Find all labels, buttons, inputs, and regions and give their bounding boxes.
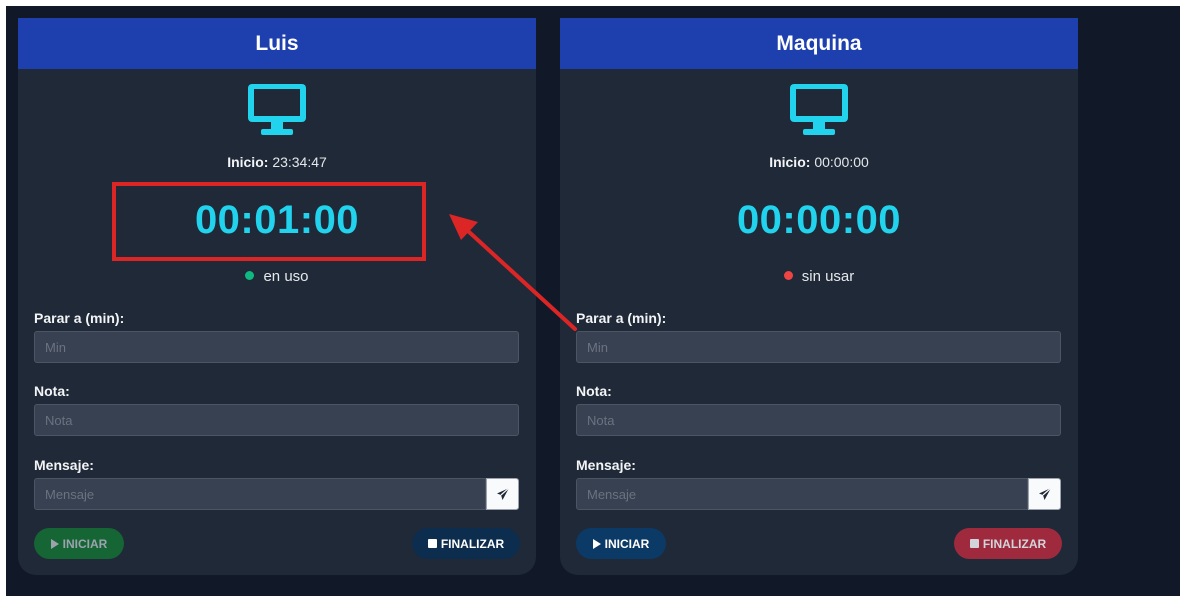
start-time-value: 00:00:00: [814, 154, 869, 170]
elapsed-timer: 00:00:00: [736, 198, 902, 242]
stop-minutes-label: Parar a (min):: [576, 310, 667, 326]
stop-minutes-input[interactable]: [34, 331, 519, 363]
note-label: Nota:: [34, 383, 70, 399]
desktop-monitor-icon: [248, 84, 306, 135]
start-time-label: Inicio:: [227, 154, 269, 170]
start-time-value: 23:34:47: [272, 154, 327, 170]
status-dot: [783, 271, 793, 280]
status-indicator: en uso: [18, 268, 536, 285]
status-text: en uso: [263, 268, 309, 285]
start-button-label: INICIAR: [62, 536, 108, 551]
play-icon: [592, 538, 601, 549]
finish-button-label: FINALIZAR: [440, 536, 505, 551]
status-indicator: sin usar: [560, 268, 1078, 285]
stop-minutes-input[interactable]: [576, 331, 1061, 363]
card-title: Maquina: [560, 18, 1078, 69]
message-input[interactable]: [576, 478, 1028, 510]
start-button[interactable]: INICIAR: [34, 528, 124, 559]
note-label: Nota:: [576, 383, 612, 399]
desktop-monitor-icon: [790, 84, 848, 135]
message-label: Mensaje:: [34, 457, 94, 473]
start-time: Inicio: 23:34:47: [18, 154, 536, 170]
start-time: Inicio: 00:00:00: [560, 154, 1078, 170]
play-icon: [50, 538, 59, 549]
start-button-label: INICIAR: [604, 536, 650, 551]
note-input[interactable]: [576, 404, 1061, 436]
finish-button[interactable]: FINALIZAR: [412, 528, 520, 559]
send-message-button[interactable]: [486, 478, 519, 510]
stop-icon: [969, 539, 979, 548]
user-card-luis: Luis Inicio: 23:34:47 00:01:00 en uso Pa…: [18, 18, 536, 575]
finish-button[interactable]: FINALIZAR: [954, 528, 1062, 559]
start-time-label: Inicio:: [769, 154, 811, 170]
message-label: Mensaje:: [576, 457, 636, 473]
paper-plane-icon: [496, 487, 509, 500]
paper-plane-icon: [1038, 487, 1051, 500]
send-message-button[interactable]: [1028, 478, 1061, 510]
start-button[interactable]: INICIAR: [576, 528, 666, 559]
stop-icon: [427, 539, 437, 548]
user-card-maquina: Maquina Inicio: 00:00:00 00:00:00 sin us…: [560, 18, 1078, 575]
card-title: Luis: [18, 18, 536, 69]
status-text: sin usar: [801, 268, 855, 285]
finish-button-label: FINALIZAR: [982, 536, 1047, 551]
stop-minutes-label: Parar a (min):: [34, 310, 125, 326]
note-input[interactable]: [34, 404, 519, 436]
status-dot: [245, 271, 255, 280]
annotation-highlight-box: [112, 182, 426, 261]
message-input[interactable]: [34, 478, 486, 510]
